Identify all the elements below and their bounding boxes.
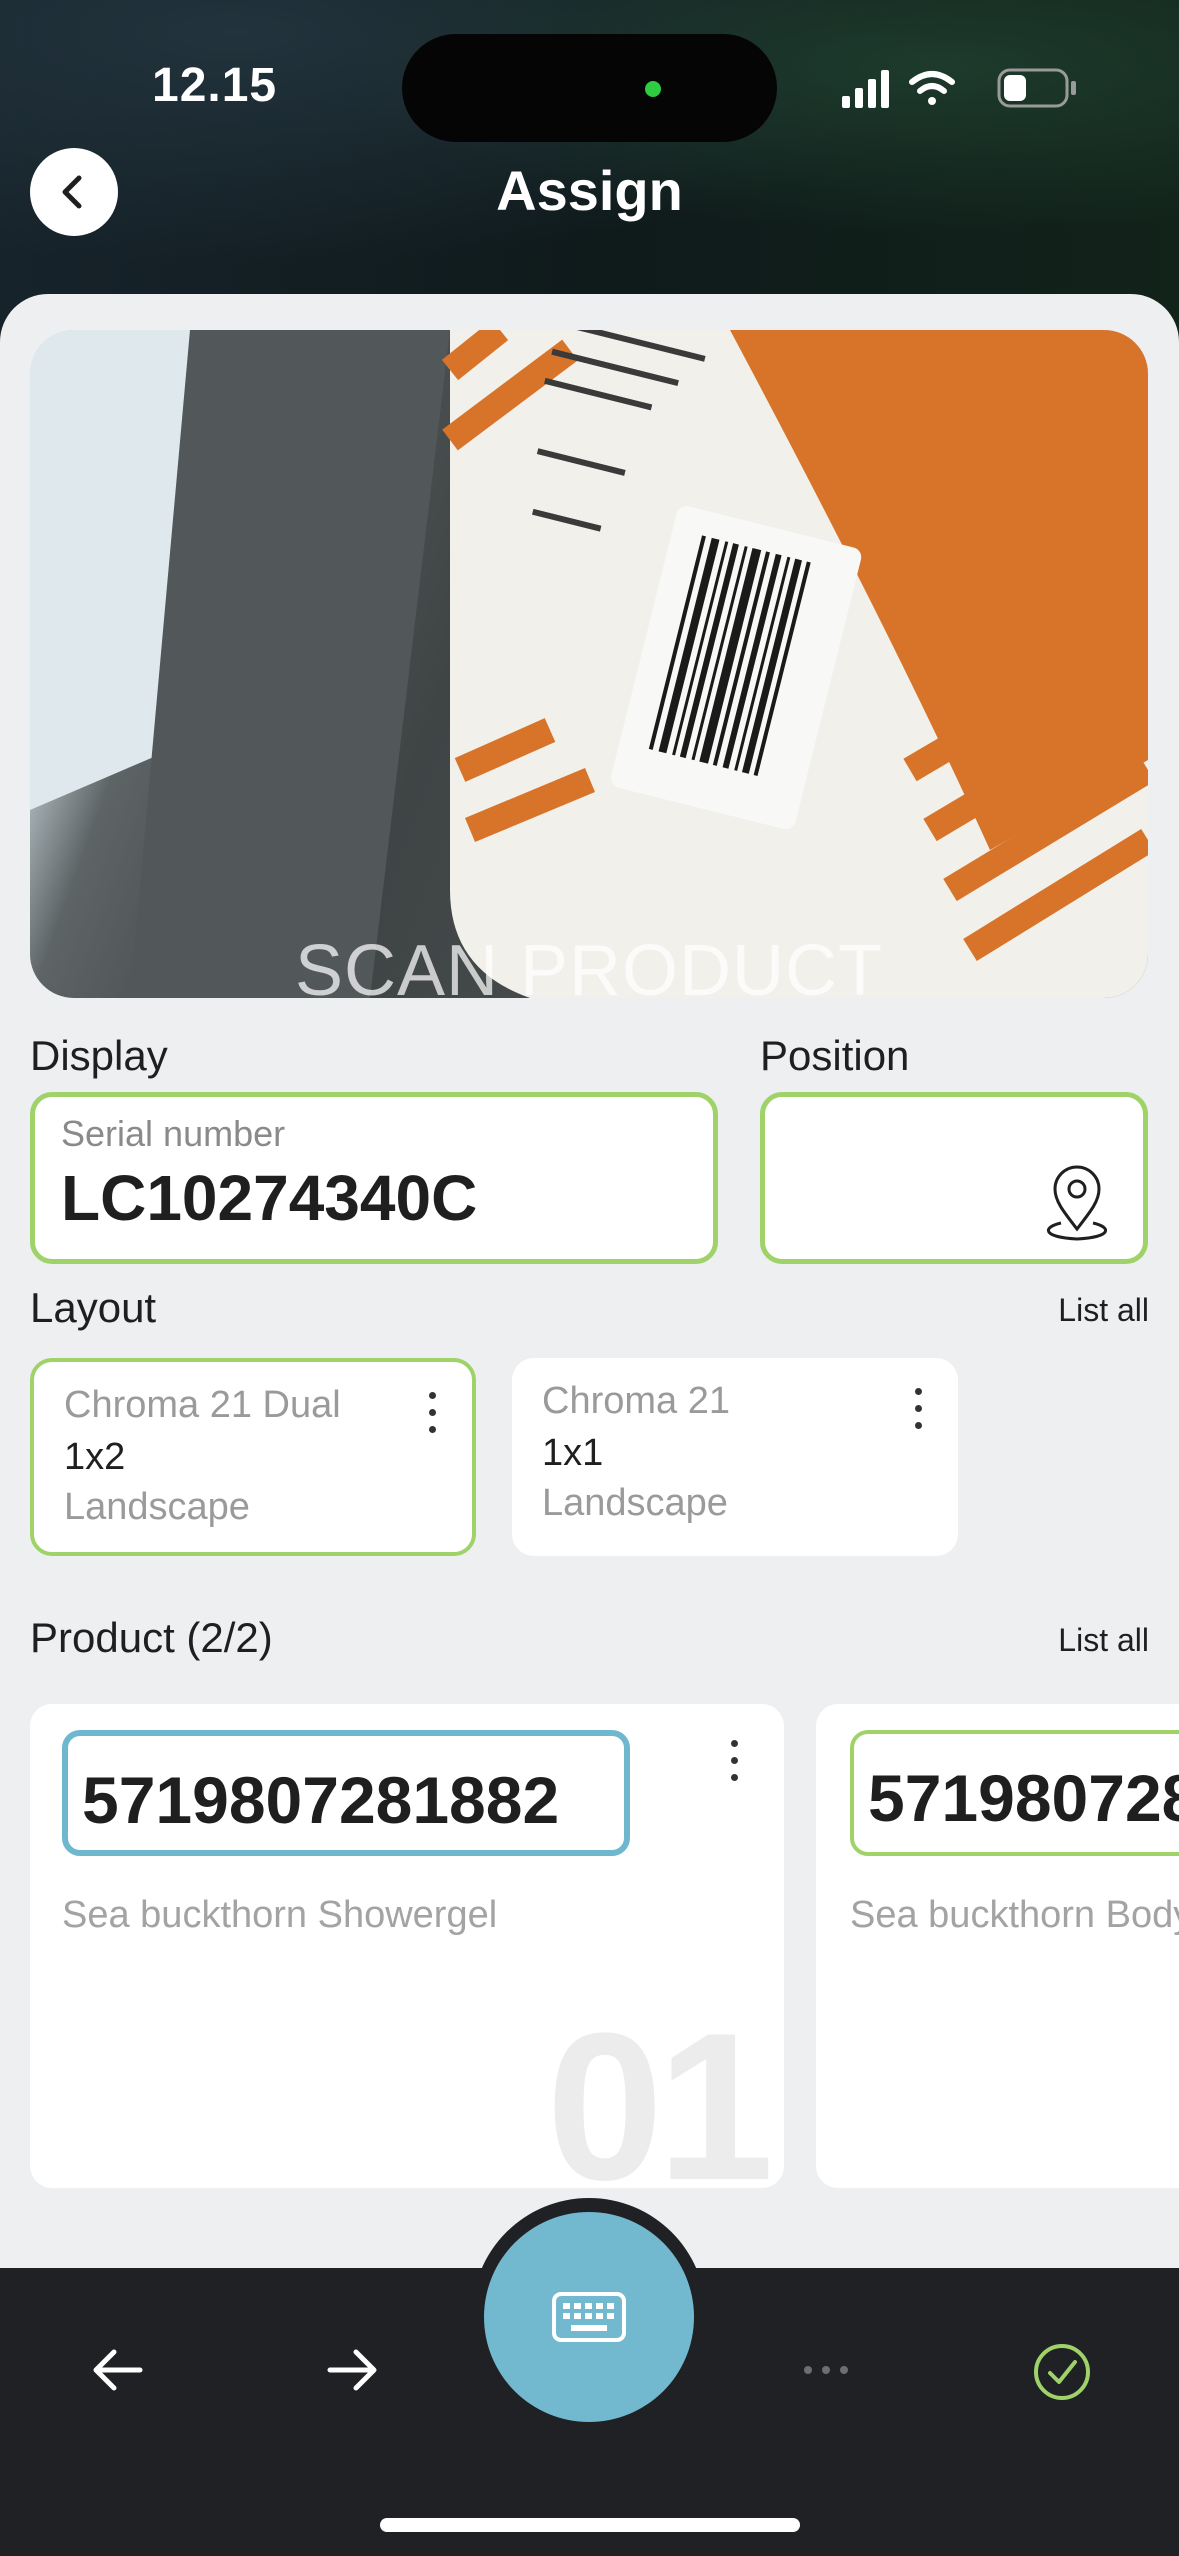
product-code-field[interactable]: 5719807281882 xyxy=(62,1730,630,1856)
keyboard-button[interactable] xyxy=(484,2212,694,2422)
signal-icon xyxy=(842,70,889,108)
layout-orientation: Landscape xyxy=(64,1486,250,1528)
serial-number-value: LC10274340C xyxy=(61,1162,478,1234)
keyboard-icon xyxy=(552,2292,626,2342)
arrow-left-icon[interactable] xyxy=(88,2340,148,2400)
battery-icon xyxy=(997,68,1076,108)
layout-list-all-link[interactable]: List all xyxy=(1058,1292,1149,1329)
status-icons xyxy=(842,68,1076,108)
product-list-all-link[interactable]: List all xyxy=(1058,1622,1149,1659)
camera-indicator-dot xyxy=(645,81,661,97)
camera-feed-illustration xyxy=(30,330,1148,998)
map-pin-icon xyxy=(1046,1165,1108,1241)
product-name: Sea buckthorn Showergel xyxy=(62,1894,498,1936)
product-card[interactable]: 5719807281899 Sea buckthorn Body lotion xyxy=(816,1704,1179,2188)
product-card[interactable]: 5719807281882 Sea buckthorn Showergel 01 xyxy=(30,1704,784,2188)
status-time: 12.15 xyxy=(152,59,278,112)
layout-orientation: Landscape xyxy=(542,1482,728,1524)
more-options-icon[interactable] xyxy=(730,1740,740,1786)
serial-number-hint: Serial number xyxy=(61,1113,286,1154)
position-field[interactable] xyxy=(760,1092,1148,1264)
layout-name: Chroma 21 xyxy=(542,1380,730,1422)
display-label: Display xyxy=(30,1032,168,1079)
assign-sheet: SCAN PRODUCT Display Position Serial num… xyxy=(0,294,1179,2294)
layout-label: Layout xyxy=(30,1284,157,1331)
layout-card[interactable]: Chroma 21 1x1 Landscape xyxy=(512,1358,958,1556)
arrow-right-icon[interactable] xyxy=(322,2340,382,2400)
more-options-icon[interactable] xyxy=(914,1388,924,1434)
layout-card[interactable]: Chroma 21 Dual 1x2 Landscape xyxy=(30,1358,476,1556)
layout-grid: 1x2 xyxy=(64,1436,126,1478)
product-label: Product (2/2) xyxy=(30,1614,273,1661)
screen-title: Assign xyxy=(496,159,683,222)
product-name: Sea buckthorn Body lotion xyxy=(850,1894,1179,1936)
check-circle-icon[interactable] xyxy=(1030,2340,1094,2404)
more-dots-icon[interactable] xyxy=(796,2340,856,2400)
serial-number-field[interactable]: Serial number LC10274340C xyxy=(30,1092,718,1264)
product-code-field[interactable]: 5719807281899 xyxy=(850,1730,1179,1856)
dynamic-island xyxy=(402,34,777,142)
more-options-icon[interactable] xyxy=(428,1392,438,1438)
product-index: 01 xyxy=(546,1989,774,2188)
home-indicator xyxy=(380,2518,800,2532)
scan-product-label: SCAN PRODUCT xyxy=(294,931,884,998)
position-label: Position xyxy=(760,1032,910,1079)
layout-name: Chroma 21 Dual xyxy=(64,1384,341,1426)
wifi-icon xyxy=(909,71,955,105)
camera-preview[interactable]: SCAN PRODUCT xyxy=(30,330,1148,998)
layout-grid: 1x1 xyxy=(542,1432,604,1474)
